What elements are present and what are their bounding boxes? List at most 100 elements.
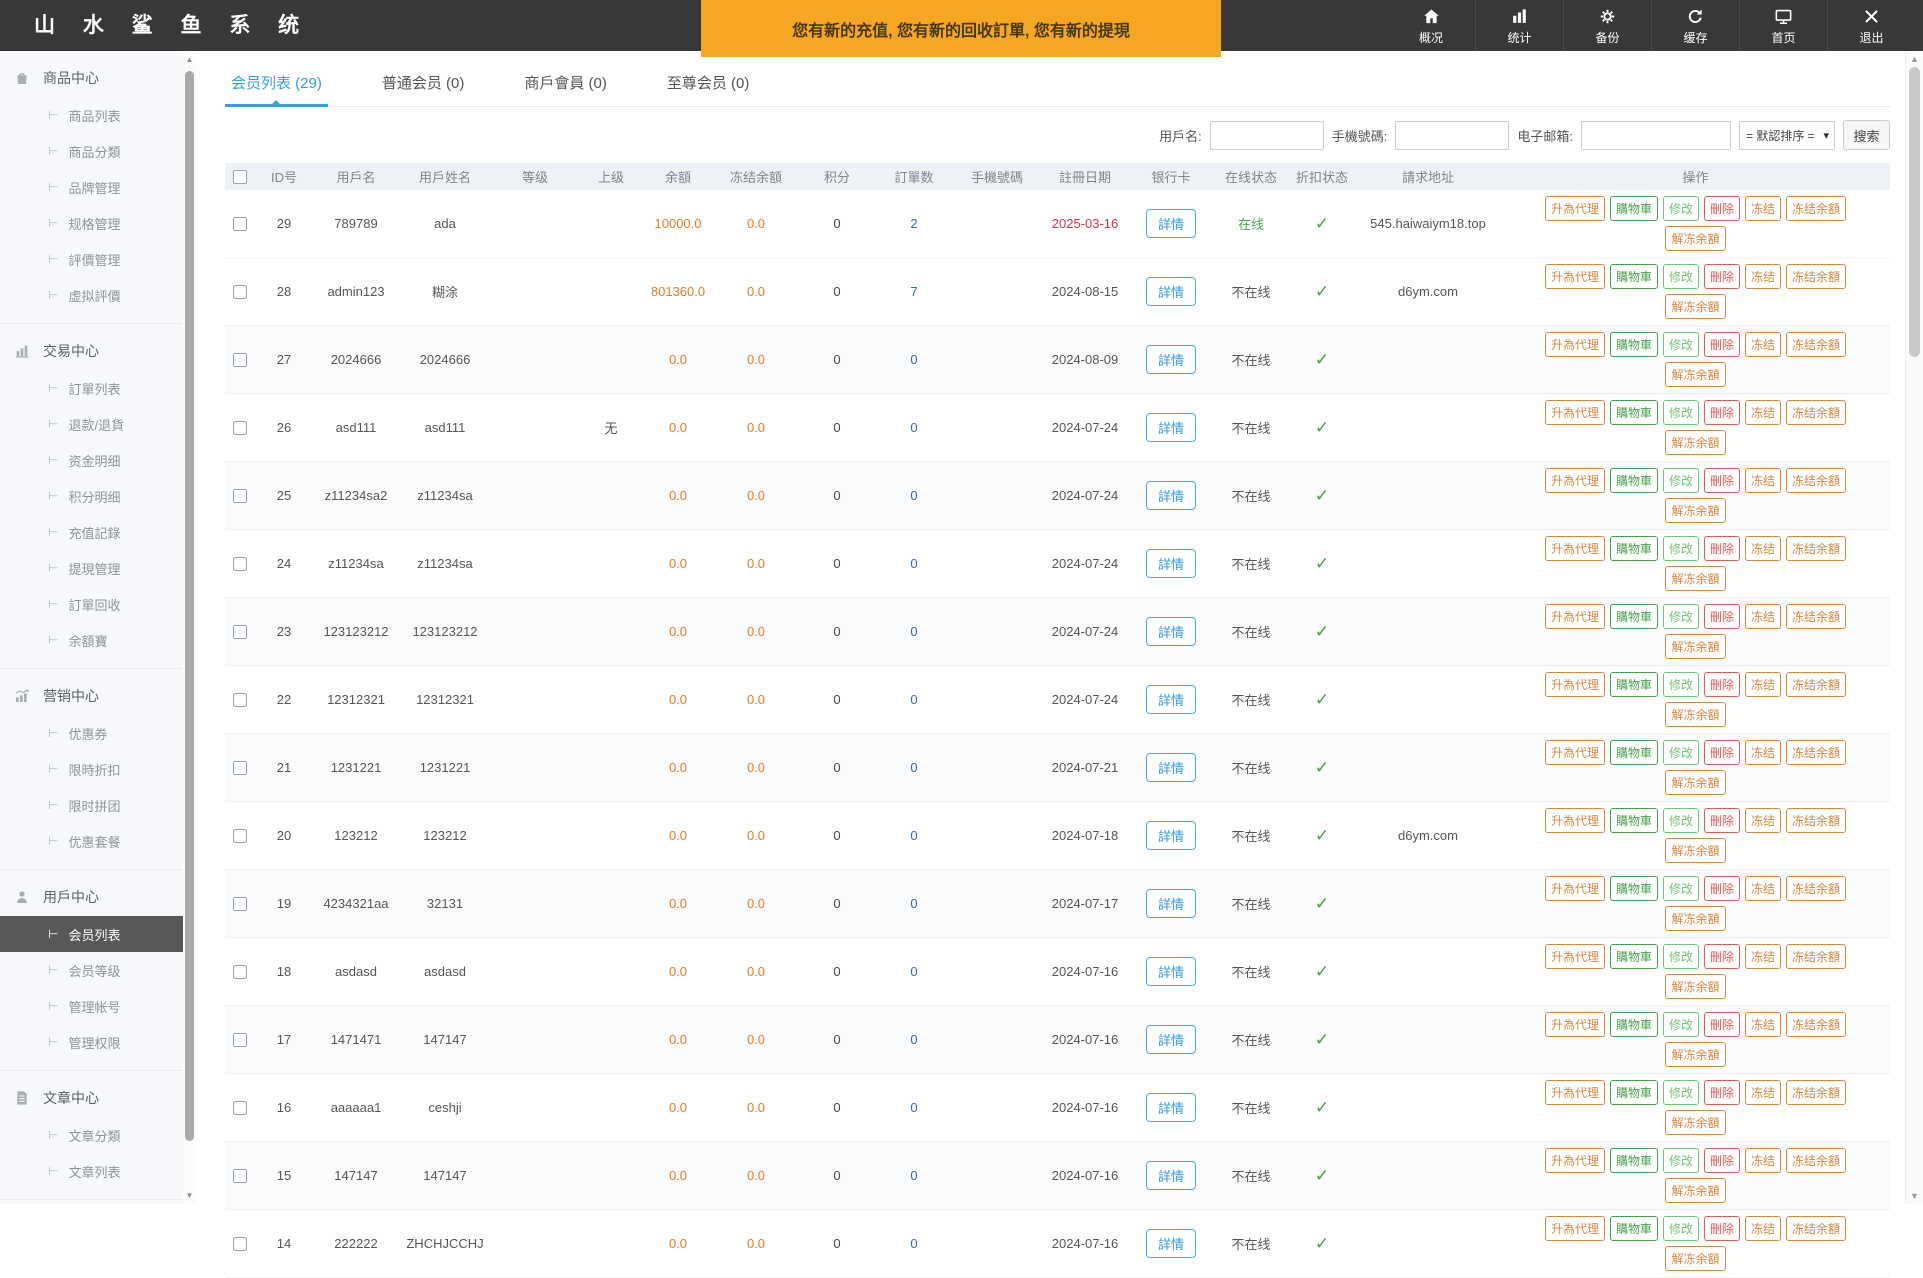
topnav-stats[interactable]: 统计	[1475, 0, 1563, 51]
promote-agent-button[interactable]: 升為代理	[1545, 740, 1605, 765]
unfreeze-balance-button[interactable]: 解冻余額	[1665, 974, 1725, 999]
member-orders-link[interactable]: 0	[875, 828, 953, 843]
freeze-button[interactable]: 冻结	[1745, 604, 1781, 629]
member-orders-link[interactable]: 0	[875, 896, 953, 911]
promote-agent-button[interactable]: 升為代理	[1545, 536, 1605, 561]
freeze-button[interactable]: 冻结	[1745, 332, 1781, 357]
row-checkbox[interactable]	[233, 1101, 247, 1115]
unfreeze-balance-button[interactable]: 解冻余額	[1665, 566, 1725, 591]
bank-details-button[interactable]: 詳情	[1146, 549, 1196, 578]
row-checkbox[interactable]	[233, 897, 247, 911]
freeze-button[interactable]: 冻结	[1745, 1080, 1781, 1105]
freeze-button[interactable]: 冻结	[1745, 1148, 1781, 1173]
bank-details-button[interactable]: 詳情	[1146, 889, 1196, 918]
unfreeze-balance-button[interactable]: 解冻余額	[1665, 838, 1725, 863]
unfreeze-balance-button[interactable]: 解冻余額	[1665, 362, 1725, 387]
member-orders-link[interactable]: 0	[875, 420, 953, 435]
bank-details-button[interactable]: 詳情	[1146, 345, 1196, 374]
unfreeze-balance-button[interactable]: 解冻余額	[1665, 1178, 1725, 1203]
sidebar-item-余額寶[interactable]: ⊢余額寶	[0, 622, 183, 658]
edit-button[interactable]: 修改	[1663, 808, 1699, 833]
member-orders-link[interactable]: 0	[875, 624, 953, 639]
cart-button[interactable]: 購物車	[1610, 876, 1658, 901]
delete-button[interactable]: 刪除	[1704, 536, 1740, 561]
search-button[interactable]: 搜索	[1843, 120, 1890, 150]
cart-button[interactable]: 購物車	[1610, 536, 1658, 561]
freeze-balance-button[interactable]: 冻结余額	[1786, 604, 1846, 629]
promote-agent-button[interactable]: 升為代理	[1545, 1012, 1605, 1037]
sidebar-item-訂單列表[interactable]: ⊢訂單列表	[0, 370, 183, 406]
freeze-balance-button[interactable]: 冻结余額	[1786, 1012, 1846, 1037]
edit-button[interactable]: 修改	[1663, 1012, 1699, 1037]
sidebar-item-品牌管理[interactable]: ⊢品牌管理	[0, 169, 183, 205]
topnav-monitor[interactable]: 首页	[1739, 0, 1827, 51]
delete-button[interactable]: 刪除	[1704, 196, 1740, 221]
freeze-button[interactable]: 冻结	[1745, 740, 1781, 765]
member-orders-link[interactable]: 0	[875, 1032, 953, 1047]
sidebar-item-限時折扣[interactable]: ⊢限時折扣	[0, 751, 183, 787]
edit-button[interactable]: 修改	[1663, 332, 1699, 357]
freeze-button[interactable]: 冻结	[1745, 196, 1781, 221]
unfreeze-balance-button[interactable]: 解冻余額	[1665, 430, 1725, 455]
freeze-balance-button[interactable]: 冻结余額	[1786, 400, 1846, 425]
freeze-balance-button[interactable]: 冻结余額	[1786, 672, 1846, 697]
promote-agent-button[interactable]: 升為代理	[1545, 604, 1605, 629]
freeze-balance-button[interactable]: 冻结余額	[1786, 468, 1846, 493]
freeze-button[interactable]: 冻结	[1745, 468, 1781, 493]
member-orders-link[interactable]: 7	[875, 284, 953, 299]
edit-button[interactable]: 修改	[1663, 264, 1699, 289]
member-orders-link[interactable]: 0	[875, 488, 953, 503]
member-orders-link[interactable]: 0	[875, 352, 953, 367]
cart-button[interactable]: 購物車	[1610, 1148, 1658, 1173]
freeze-button[interactable]: 冻结	[1745, 672, 1781, 697]
delete-button[interactable]: 刪除	[1704, 264, 1740, 289]
cart-button[interactable]: 購物車	[1610, 1012, 1658, 1037]
member-orders-link[interactable]: 0	[875, 964, 953, 979]
unfreeze-balance-button[interactable]: 解冻余額	[1665, 702, 1725, 727]
sidebar-scrollbar-thumb[interactable]	[185, 71, 194, 1141]
sidebar-item-文章列表[interactable]: ⊢文章列表	[0, 1153, 183, 1189]
edit-button[interactable]: 修改	[1663, 400, 1699, 425]
sidebar-item-商品分類[interactable]: ⊢商品分類	[0, 133, 183, 169]
bank-details-button[interactable]: 詳情	[1146, 1093, 1196, 1122]
promote-agent-button[interactable]: 升為代理	[1545, 1216, 1605, 1241]
edit-button[interactable]: 修改	[1663, 1216, 1699, 1241]
unfreeze-balance-button[interactable]: 解冻余額	[1665, 498, 1725, 523]
freeze-balance-button[interactable]: 冻结余額	[1786, 1148, 1846, 1173]
unfreeze-balance-button[interactable]: 解冻余額	[1665, 770, 1725, 795]
unfreeze-balance-button[interactable]: 解冻余額	[1665, 634, 1725, 659]
freeze-balance-button[interactable]: 冻结余額	[1786, 808, 1846, 833]
freeze-balance-button[interactable]: 冻结余額	[1786, 332, 1846, 357]
unfreeze-balance-button[interactable]: 解冻余額	[1665, 1042, 1725, 1067]
sidebar-item-优惠券[interactable]: ⊢优惠券	[0, 715, 183, 751]
member-orders-link[interactable]: 0	[875, 1168, 953, 1183]
freeze-balance-button[interactable]: 冻结余額	[1786, 740, 1846, 765]
member-orders-link[interactable]: 0	[875, 1236, 953, 1251]
unfreeze-balance-button[interactable]: 解冻余額	[1665, 1110, 1725, 1135]
unfreeze-balance-button[interactable]: 解冻余額	[1665, 1246, 1725, 1271]
edit-button[interactable]: 修改	[1663, 672, 1699, 697]
sidebar-item-退款/退貨[interactable]: ⊢退款/退貨	[0, 406, 183, 442]
email-input[interactable]	[1581, 121, 1731, 150]
edit-button[interactable]: 修改	[1663, 196, 1699, 221]
tab-普通会员 (0)[interactable]: 普通会员 (0)	[376, 72, 471, 106]
edit-button[interactable]: 修改	[1663, 468, 1699, 493]
edit-button[interactable]: 修改	[1663, 876, 1699, 901]
bank-details-button[interactable]: 詳情	[1146, 209, 1196, 238]
promote-agent-button[interactable]: 升為代理	[1545, 1080, 1605, 1105]
sidebar-item-管理帐号[interactable]: ⊢管理帐号	[0, 988, 183, 1024]
bank-details-button[interactable]: 詳情	[1146, 277, 1196, 306]
cart-button[interactable]: 購物車	[1610, 604, 1658, 629]
cart-button[interactable]: 購物車	[1610, 1216, 1658, 1241]
tab-至尊会员 (0)[interactable]: 至尊会员 (0)	[661, 72, 756, 106]
row-checkbox[interactable]	[233, 1237, 247, 1251]
sidebar-item-限时拼团[interactable]: ⊢限时拼团	[0, 787, 183, 823]
delete-button[interactable]: 刪除	[1704, 1148, 1740, 1173]
edit-button[interactable]: 修改	[1663, 604, 1699, 629]
edit-button[interactable]: 修改	[1663, 536, 1699, 561]
sidebar-item-虚拟評價[interactable]: ⊢虚拟評價	[0, 277, 183, 313]
delete-button[interactable]: 刪除	[1704, 604, 1740, 629]
delete-button[interactable]: 刪除	[1704, 672, 1740, 697]
row-checkbox[interactable]	[233, 557, 247, 571]
delete-button[interactable]: 刪除	[1704, 400, 1740, 425]
